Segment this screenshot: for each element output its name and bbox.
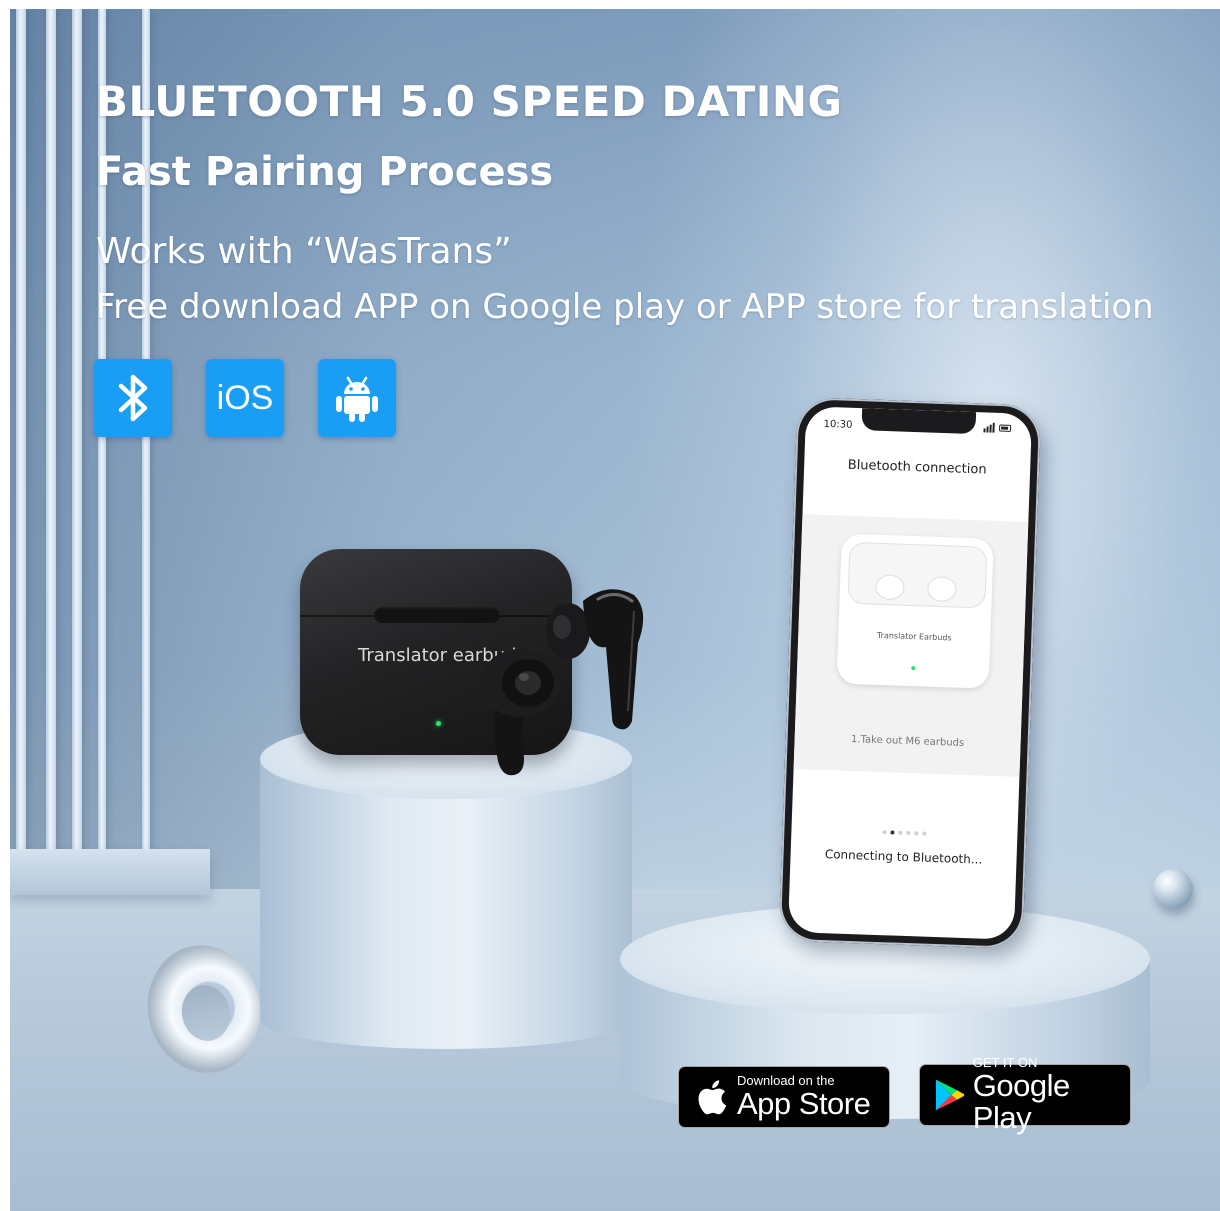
mini-case-led	[911, 666, 916, 671]
google-play-button[interactable]: GET IT ON Google Play	[919, 1056, 1131, 1134]
app-store-text: Download on the App Store	[737, 1074, 871, 1121]
decor-bar	[142, 9, 150, 869]
pairing-panel: Translator Earbuds 1.Take out M6 earbuds	[793, 514, 1029, 777]
ios-label: iOS	[216, 378, 274, 417]
decor-bar	[98, 9, 106, 869]
download-text: Free download APP on Google play or APP …	[96, 287, 1154, 327]
connecting-status: Connecting to Bluetooth...	[824, 847, 983, 867]
product-scene: BLUETOOTH 5.0 SPEED DATING Fast Pairing …	[10, 9, 1220, 1211]
page-dot	[914, 831, 919, 836]
android-badge	[318, 359, 396, 437]
decor-bar	[72, 9, 82, 869]
phone-notch	[861, 408, 977, 435]
google-play-icon	[935, 1079, 965, 1111]
page-dot	[890, 830, 895, 835]
metal-sphere	[1153, 869, 1193, 909]
signal-battery-icon	[983, 422, 1012, 433]
decor-bar-base	[10, 849, 210, 895]
phone-screen: 10:30 Bluetooth connection Translator Ea…	[787, 406, 1033, 940]
app-store-button[interactable]: Download on the App Store	[678, 1066, 890, 1128]
smartphone: 10:30 Bluetooth connection Translator Ea…	[778, 396, 1042, 950]
apple-icon	[698, 1080, 727, 1115]
decor-bar	[46, 9, 56, 869]
case-slot	[374, 607, 500, 623]
screen-title: Bluetooth connection	[847, 457, 987, 478]
mini-earbuds-icon	[875, 574, 957, 602]
mini-case-label: Translator Earbuds	[876, 630, 952, 643]
app-store-big-text: App Store	[737, 1086, 871, 1121]
ios-badge: iOS	[206, 359, 284, 437]
case-led	[436, 721, 441, 726]
page-dot	[922, 831, 927, 836]
mini-case-illustration: Translator Earbuds	[836, 533, 994, 689]
status-time: 10:30	[823, 418, 853, 431]
bluetooth-icon	[118, 374, 148, 422]
left-pedestal	[260, 759, 632, 1049]
step-text: 1.Take out M6 earbuds	[850, 733, 965, 749]
google-play-text: GET IT ON Google Play	[973, 1056, 1130, 1134]
earbud-left	[480, 649, 560, 776]
page-dot	[898, 830, 903, 835]
headline: BLUETOOTH 5.0 SPEED DATING	[96, 77, 843, 126]
android-icon	[336, 376, 378, 422]
page-dot	[906, 830, 911, 836]
subheadline: Fast Pairing Process	[96, 149, 554, 195]
page-dot	[882, 830, 887, 835]
bluetooth-badge	[94, 359, 172, 437]
app-compat-text: Works with “WasTrans”	[96, 231, 512, 272]
google-play-big-text: Google Play	[972, 1068, 1070, 1135]
decor-bar	[16, 9, 26, 869]
page-indicator	[791, 816, 1018, 843]
